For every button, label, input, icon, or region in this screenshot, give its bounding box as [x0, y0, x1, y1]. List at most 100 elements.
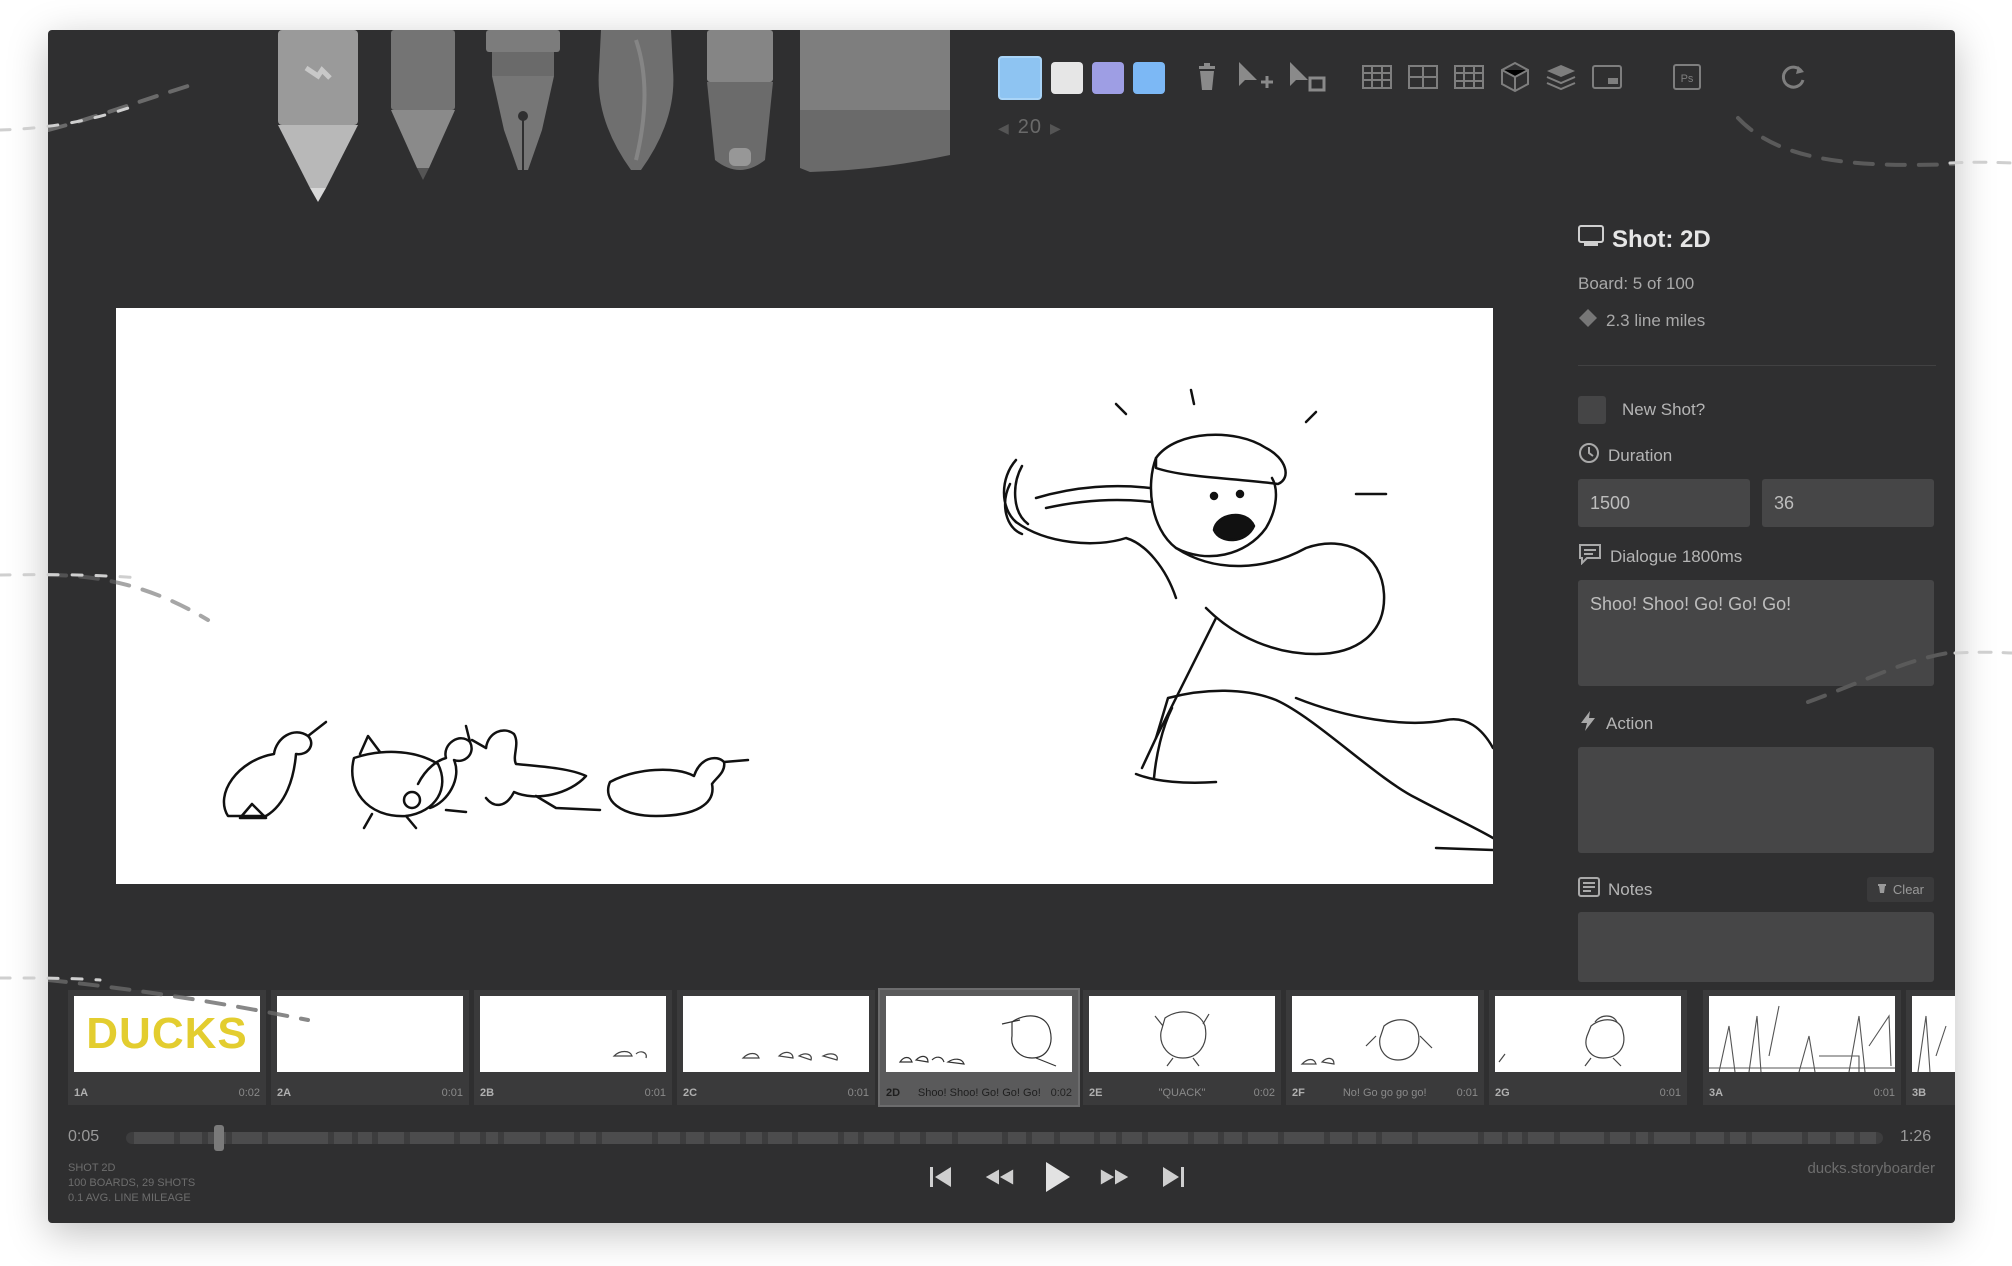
timeline-shot-segment[interactable] — [1358, 1132, 1376, 1144]
eraser-tool[interactable] — [800, 30, 950, 175]
timeline-shot-segment[interactable] — [1808, 1132, 1830, 1144]
timeline-shot-segment[interactable] — [1654, 1132, 1690, 1144]
board-thumbnail[interactable]: 2A 0:01 — [271, 990, 469, 1105]
timeline-shot-segment[interactable] — [926, 1132, 952, 1144]
new-shot-row[interactable]: New Shot? — [1578, 396, 1940, 424]
timeline-shot-segment[interactable] — [798, 1132, 838, 1144]
brush-size-increase-icon[interactable]: ▶ — [1050, 120, 1062, 136]
timeline-shot-segment[interactable] — [1060, 1132, 1094, 1144]
timeline-shot-segment[interactable] — [410, 1132, 454, 1144]
timeline-shot-segment[interactable] — [134, 1132, 174, 1144]
light-pencil-tool[interactable] — [268, 30, 368, 205]
board-thumbnail[interactable]: 3B — [1906, 990, 1955, 1105]
timeline-shot-segment[interactable] — [1508, 1132, 1522, 1144]
swatch-secondary[interactable] — [1051, 62, 1083, 94]
timeline-shot-segment[interactable] — [334, 1132, 352, 1144]
timeline-shot-segment[interactable] — [1418, 1132, 1478, 1144]
board-thumbnail[interactable]: 2F No! Go go go go! 0:01 — [1286, 990, 1484, 1105]
timeline-shot-segment[interactable] — [1696, 1132, 1724, 1144]
play-icon[interactable] — [1040, 1160, 1074, 1194]
board-thumbnail[interactable]: DUCKS 1A 0:02 — [68, 990, 266, 1105]
timeline-shot-segment[interactable] — [1560, 1132, 1604, 1144]
grid-icon[interactable] — [1360, 60, 1394, 94]
center-guide-icon[interactable] — [1406, 60, 1440, 94]
timeline-shot-segment[interactable] — [546, 1132, 574, 1144]
timeline-shot-segment[interactable] — [1194, 1132, 1218, 1144]
board-thumbnail[interactable]: 2E "QUACK" 0:02 — [1083, 990, 1281, 1105]
scale-tool-icon[interactable] — [1286, 60, 1330, 94]
clear-notes-button[interactable]: Clear — [1866, 877, 1934, 902]
pencil-tool[interactable] — [385, 30, 461, 180]
timeline-shot-segment[interactable] — [602, 1132, 652, 1144]
swatch-tertiary[interactable] — [1092, 62, 1124, 94]
board-thumbnail[interactable]: 2B 0:01 — [474, 990, 672, 1105]
note-pen-tool[interactable] — [703, 30, 777, 180]
timeline-shot-segment[interactable] — [1528, 1132, 1554, 1144]
brush-size-decrease-icon[interactable]: ◀ — [998, 120, 1010, 136]
fast-forward-icon[interactable] — [1098, 1160, 1132, 1194]
timeline-shot-segment[interactable] — [1284, 1132, 1324, 1144]
duration-frames-input[interactable]: 36 — [1762, 479, 1934, 527]
action-textarea[interactable] — [1578, 747, 1934, 853]
timeline-shot-segment[interactable] — [1382, 1132, 1412, 1144]
timeline-shot-segment[interactable] — [746, 1132, 762, 1144]
timeline-shot-segment[interactable] — [1122, 1132, 1142, 1144]
timeline-shot-segment[interactable] — [958, 1132, 1002, 1144]
thirds-guide-icon[interactable] — [1452, 60, 1486, 94]
timeline-shot-segment[interactable] — [1836, 1132, 1854, 1144]
timeline-shot-segment[interactable] — [658, 1132, 680, 1144]
board-thumbnail[interactable]: 2G 0:01 — [1489, 990, 1687, 1105]
move-tool-icon[interactable] — [1235, 60, 1279, 94]
timeline-shot-segment[interactable] — [1610, 1132, 1630, 1144]
timeline-shot-segment[interactable] — [864, 1132, 894, 1144]
timeline-shot-segment[interactable] — [580, 1132, 596, 1144]
timeline-shot-segment[interactable] — [710, 1132, 740, 1144]
timeline-shot-segment[interactable] — [358, 1132, 372, 1144]
pen-tool[interactable] — [482, 30, 564, 180]
board-thumbnail[interactable]: 3A 0:01 — [1703, 990, 1901, 1105]
caption-icon[interactable] — [1590, 60, 1624, 94]
timeline-shot-segment[interactable] — [1148, 1132, 1188, 1144]
timeline-shot-segment[interactable] — [1008, 1132, 1026, 1144]
timeline-shot-segment[interactable] — [232, 1132, 262, 1144]
drawing-canvas[interactable] — [116, 308, 1495, 884]
skip-to-start-icon[interactable] — [924, 1160, 958, 1194]
perspective-cube-icon[interactable] — [1498, 60, 1532, 94]
timeline-shot-segment[interactable] — [378, 1132, 404, 1144]
timeline-shot-segment[interactable] — [1860, 1132, 1876, 1144]
timeline-shot-segment[interactable] — [268, 1132, 328, 1144]
timeline-shot-segment[interactable] — [1330, 1132, 1352, 1144]
refresh-icon[interactable] — [1776, 60, 1810, 94]
timeline-track[interactable] — [126, 1132, 1883, 1144]
timeline-shot-segment[interactable] — [1032, 1132, 1054, 1144]
onion-skin-layers-icon[interactable] — [1544, 60, 1578, 94]
timeline-shot-segment[interactable] — [1248, 1132, 1278, 1144]
skip-to-end-icon[interactable] — [1156, 1160, 1190, 1194]
timeline-shot-segment[interactable] — [1224, 1132, 1242, 1144]
photoshop-icon[interactable]: Ps — [1670, 60, 1704, 94]
timeline-shot-segment[interactable] — [768, 1132, 792, 1144]
playhead-handle[interactable] — [214, 1125, 224, 1151]
swatch-fourth[interactable] — [1133, 62, 1165, 94]
rewind-icon[interactable] — [982, 1160, 1016, 1194]
timeline-shot-segment[interactable] — [504, 1132, 540, 1144]
timeline-shot-segment[interactable] — [486, 1132, 498, 1144]
board-thumbnail[interactable]: 2C 0:01 — [677, 990, 875, 1105]
swatch-primary[interactable] — [998, 56, 1042, 100]
trash-icon[interactable] — [1190, 60, 1224, 94]
timeline-shot-segment[interactable] — [180, 1132, 202, 1144]
timeline-shot-segment[interactable] — [1484, 1132, 1502, 1144]
duration-ms-input[interactable]: 1500 — [1578, 479, 1750, 527]
dialogue-textarea[interactable]: Shoo! Shoo! Go! Go! Go! — [1578, 580, 1934, 686]
timeline-shot-segment[interactable] — [1100, 1132, 1116, 1144]
brush-size-control[interactable]: ◀ 20 ▶ — [990, 116, 1070, 139]
timeline-shot-segment[interactable] — [1752, 1132, 1802, 1144]
timeline-shot-segment[interactable] — [686, 1132, 704, 1144]
notes-textarea[interactable] — [1578, 912, 1934, 982]
brush-tool[interactable] — [593, 30, 679, 180]
timeline-shot-segment[interactable] — [1636, 1132, 1648, 1144]
timeline-shot-segment[interactable] — [844, 1132, 858, 1144]
board-thumbnail-current[interactable]: 2D Shoo! Shoo! Go! Go! Go! 0:02 — [878, 988, 1080, 1107]
new-shot-checkbox[interactable] — [1578, 396, 1606, 424]
timeline-shot-segment[interactable] — [1730, 1132, 1746, 1144]
